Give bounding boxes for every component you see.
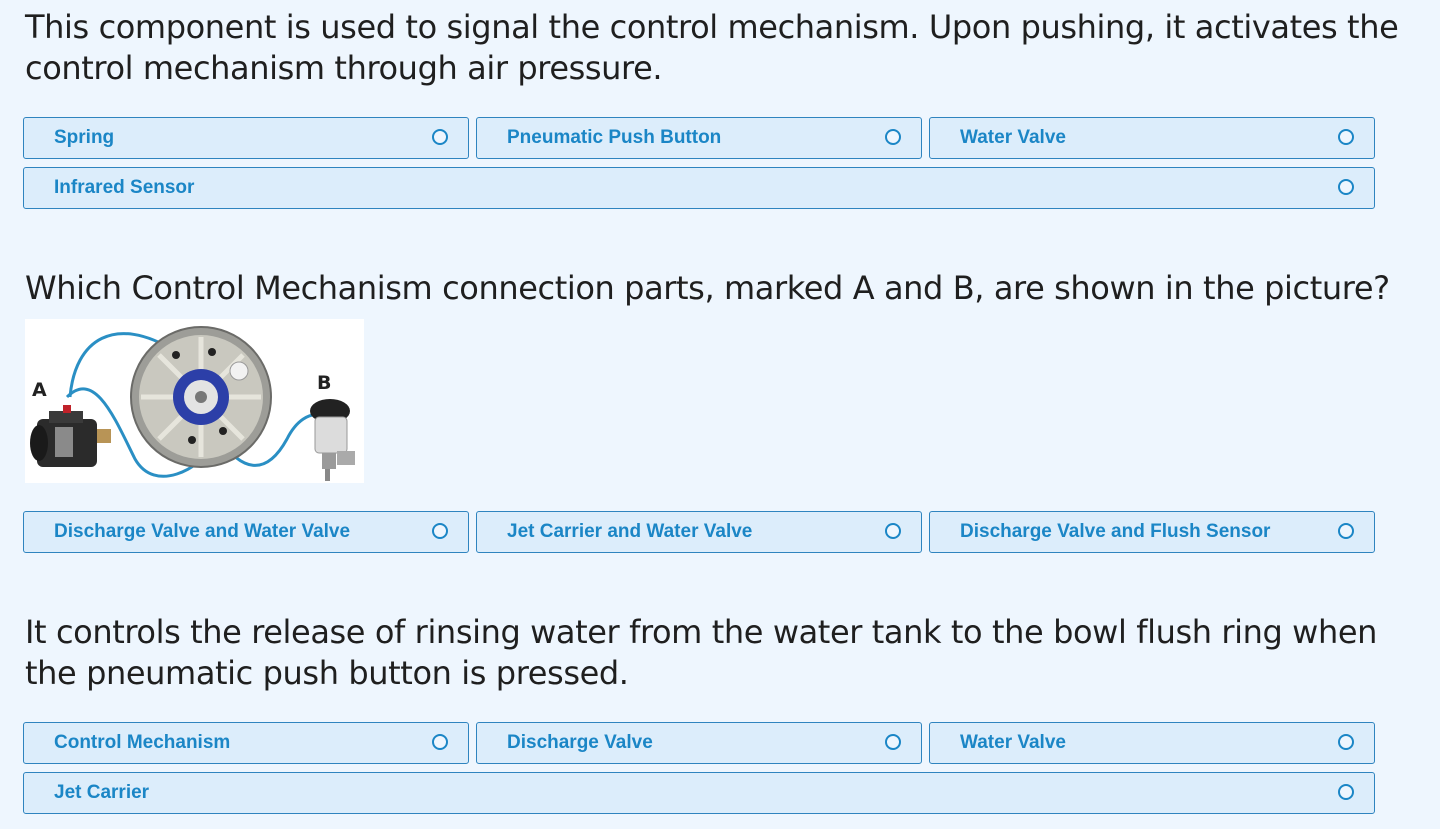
option-label: Jet Carrier and Water Valve [507, 521, 753, 542]
radio-button[interactable] [432, 523, 448, 539]
option-jet-carrier-and-water-valve[interactable]: Jet Carrier and Water Valve [476, 511, 922, 553]
option-label: Jet Carrier [54, 782, 150, 803]
radio-button[interactable] [1338, 784, 1354, 800]
option-infrared-sensor[interactable]: Infrared Sensor [23, 167, 1375, 209]
question-1-text: This component is used to signal the con… [25, 8, 1399, 87]
radio-button[interactable] [432, 129, 448, 145]
option-label: Water Valve [960, 732, 1066, 753]
control-mechanism-figure: A B [25, 319, 364, 483]
radio-button[interactable] [1338, 129, 1354, 145]
radio-button[interactable] [1338, 734, 1354, 750]
label-b: B [317, 372, 331, 394]
radio-button[interactable] [432, 734, 448, 750]
option-spring[interactable]: Spring [23, 117, 469, 159]
option-water-valve[interactable]: Water Valve [929, 722, 1375, 764]
option-label: Discharge Valve and Flush Sensor [960, 521, 1271, 542]
option-label: Control Mechanism [54, 732, 231, 753]
option-pneumatic-push-button[interactable]: Pneumatic Push Button [476, 117, 922, 159]
part-a-valve [30, 405, 111, 467]
question-2-text: Which Control Mechanism connection parts… [25, 269, 1390, 307]
control-mechanism-diagram: A B [30, 326, 355, 481]
radio-button[interactable] [1338, 523, 1354, 539]
option-label: Spring [54, 127, 115, 148]
option-label: Pneumatic Push Button [507, 127, 722, 148]
question-3-text: It controls the release of rinsing water… [25, 613, 1378, 692]
option-label: Discharge Valve [507, 732, 653, 753]
radio-button[interactable] [885, 734, 901, 750]
option-label: Water Valve [960, 127, 1066, 148]
option-jet-carrier[interactable]: Jet Carrier [23, 772, 1375, 814]
radio-button[interactable] [885, 523, 901, 539]
disc-port [229, 361, 249, 381]
option-water-valve[interactable]: Water Valve [929, 117, 1375, 159]
radio-button[interactable] [885, 129, 901, 145]
option-control-mechanism[interactable]: Control Mechanism [23, 722, 469, 764]
option-label: Infrared Sensor [54, 177, 195, 198]
option-discharge-valve[interactable]: Discharge Valve [476, 722, 922, 764]
option-label: Discharge Valve and Water Valve [54, 521, 351, 542]
option-discharge-valve-and-water-valve[interactable]: Discharge Valve and Water Valve [23, 511, 469, 553]
part-b-valve [310, 399, 355, 481]
option-discharge-valve-and-flush-sensor[interactable]: Discharge Valve and Flush Sensor [929, 511, 1375, 553]
radio-button[interactable] [1338, 179, 1354, 195]
label-a: A [32, 379, 47, 401]
